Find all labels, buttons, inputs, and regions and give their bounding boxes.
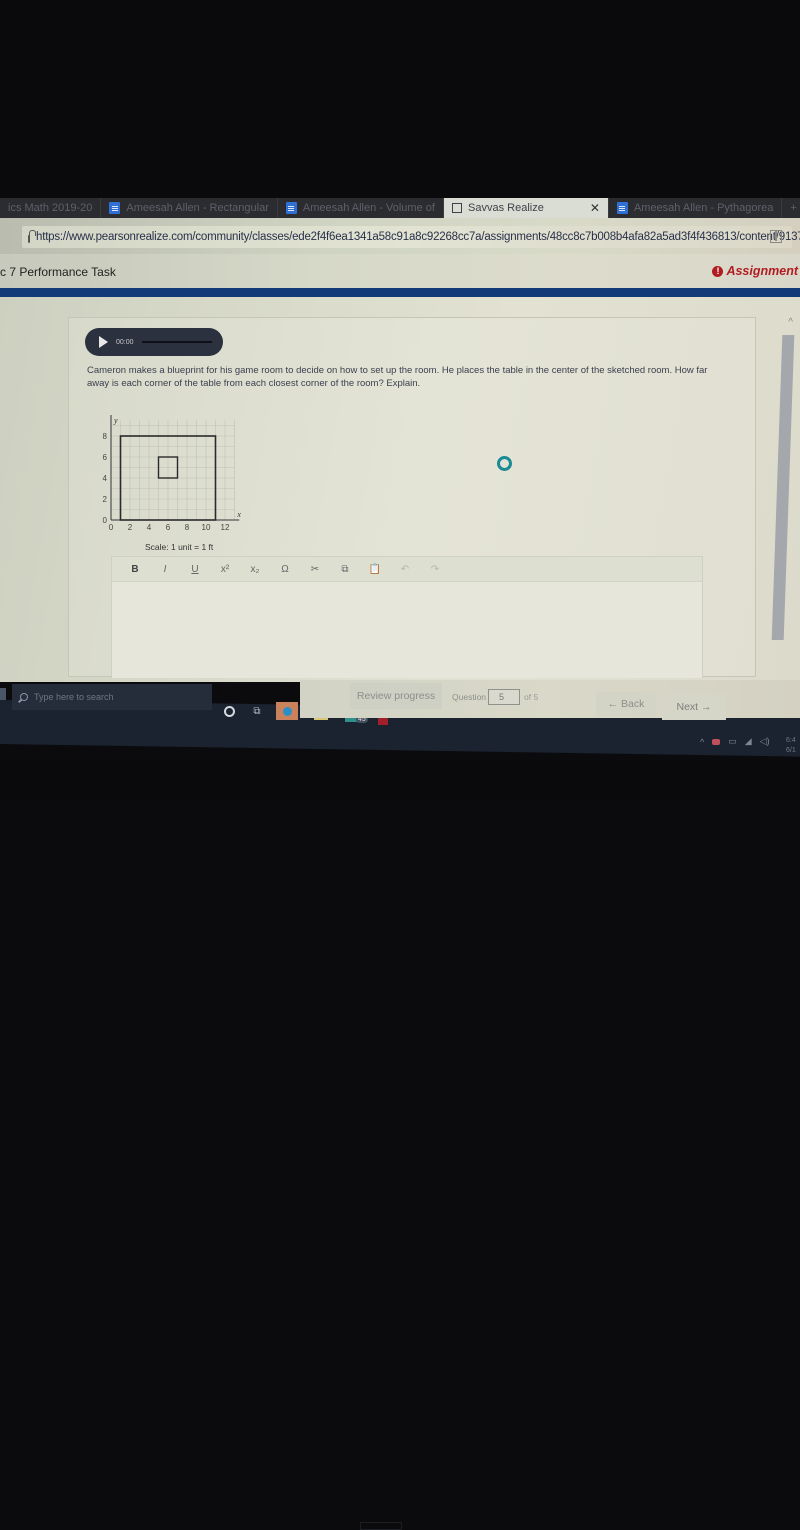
x-tick-label: 6: [166, 523, 171, 532]
close-tab-icon[interactable]: ✕: [590, 201, 600, 215]
search-placeholder: Type here to search: [34, 692, 114, 702]
show-hidden-icons-icon[interactable]: ^: [700, 737, 704, 747]
alert-icon: !: [712, 265, 724, 277]
x-tick-label: 0: [109, 523, 114, 532]
blueprint-graph: 0 2 4 6 8 10 12 0 2 4 6 8 x y Scale: 1 unit = 1 ft: [93, 408, 253, 558]
url-field[interactable]: https://www.pearsonrealize.com/community…: [22, 226, 800, 248]
x-tick-label: 10: [202, 523, 211, 532]
audio-player[interactable]: 00:00: [85, 328, 223, 356]
tab-label: ics Math 2019-20: [8, 202, 93, 214]
review-progress-button[interactable]: Review progress: [350, 683, 442, 709]
nav-bar: [0, 288, 800, 297]
lock-icon: [28, 230, 36, 243]
scroll-up-icon[interactable]: ^: [788, 317, 793, 328]
underline-button[interactable]: U: [180, 564, 210, 575]
edge-browser-icon[interactable]: [276, 702, 298, 720]
back-button[interactable]: ← Back: [596, 692, 656, 716]
editor-toolbar: B I U x² x₂ Ω ✂ ⧉ 📋 ↶ ↷: [112, 557, 702, 582]
google-docs-icon: [109, 202, 121, 214]
tab-savvas-realize[interactable]: Savvas Realize ✕: [443, 198, 609, 218]
new-tab-button[interactable]: +: [782, 198, 800, 218]
bold-button[interactable]: B: [120, 564, 150, 575]
page-icon: [451, 203, 463, 213]
italic-button[interactable]: I: [150, 564, 180, 575]
tab-label: Savvas Realize: [468, 202, 544, 214]
x-axis-label: x: [236, 510, 241, 519]
url-text: https://www.pearsonrealize.com/community…: [36, 231, 800, 243]
y-tick-label: 0: [103, 516, 108, 525]
y-tick-label: 4: [103, 474, 108, 483]
task-view-icon[interactable]: ⧉: [246, 702, 268, 720]
laptop-logo: [360, 1522, 402, 1530]
undo-button[interactable]: ↶: [390, 564, 420, 575]
x-tick-label: 12: [221, 523, 230, 532]
tab-pythagorean[interactable]: Ameesah Allen - Pythagorea: [609, 198, 783, 218]
tab-label: Ameesah Allen - Pythagorea: [633, 202, 774, 214]
tab-label: Ameesah Allen - Rectangular: [126, 202, 269, 214]
y-tick-label: 6: [103, 453, 108, 462]
y-axis-label: y: [113, 416, 118, 425]
answer-textarea[interactable]: [112, 582, 702, 678]
screen-bezel-bottom: [0, 760, 800, 1530]
x-tick-label: 8: [185, 523, 190, 532]
y-tick-label: 2: [103, 495, 108, 504]
question-number-input[interactable]: 5: [488, 689, 520, 705]
assignment-badge[interactable]: ! Assignment: [712, 264, 798, 278]
play-icon[interactable]: [99, 336, 108, 348]
question-total-label: of 5: [524, 692, 539, 702]
audio-progress-track[interactable]: [141, 341, 212, 343]
loading-spinner-icon: [497, 456, 512, 471]
browser-tab-strip: ics Math 2019-20 Ameesah Allen - Rectang…: [0, 198, 800, 218]
page-scrollbar[interactable]: ^: [733, 317, 795, 647]
answer-editor: B I U x² x₂ Ω ✂ ⧉ 📋 ↶ ↷: [111, 556, 703, 678]
taskbar-clock[interactable]: 6:4 6/1: [786, 736, 796, 756]
redo-button[interactable]: ↷: [420, 564, 450, 575]
taskbar-search-input[interactable]: Type here to search: [12, 684, 212, 710]
x-tick-label: 2: [128, 523, 133, 532]
graph-svg: 0 2 4 6 8 10 12 0 2 4 6 8 x y: [103, 415, 241, 532]
battery-warning-icon[interactable]: [712, 738, 721, 745]
assignment-label: Assignment: [726, 264, 798, 278]
scale-label: Scale: 1 unit = 1 ft: [145, 542, 214, 552]
content-area: 00:00 Cameron makes a blueprint for his …: [0, 297, 800, 682]
volume-icon[interactable]: ◁): [760, 736, 770, 747]
special-character-button[interactable]: Ω: [270, 564, 300, 575]
tab-math[interactable]: ics Math 2019-20: [0, 198, 102, 218]
audio-time: 00:00: [116, 338, 134, 346]
footer-controls: Review progress Question 5 of 5 ← Back N…: [300, 680, 800, 720]
scrollbar-thumb[interactable]: [771, 335, 795, 640]
windows-start-icon[interactable]: [0, 688, 6, 700]
address-bar: https://www.pearsonrealize.com/community…: [0, 218, 800, 254]
screen-bezel-top: [0, 0, 800, 198]
paste-button[interactable]: 📋: [360, 564, 390, 575]
reading-view-icon[interactable]: [770, 230, 782, 243]
superscript-button[interactable]: x²: [210, 564, 240, 575]
question-label: Question: [452, 692, 487, 702]
x-tick-label: 4: [147, 523, 152, 532]
system-tray: ^ ▭ ◢ ◁): [700, 736, 770, 747]
question-text: Cameron makes a blueprint for his game r…: [87, 365, 708, 389]
next-button[interactable]: Next →: [662, 694, 726, 720]
wifi-icon[interactable]: ◢: [745, 736, 752, 747]
subscript-button[interactable]: x₂: [240, 564, 270, 575]
tab-volume[interactable]: Ameesah Allen - Volume of: [278, 198, 444, 218]
google-docs-icon: [616, 202, 628, 214]
copy-button[interactable]: ⧉: [330, 564, 360, 575]
tab-label: Ameesah Allen - Volume of: [302, 202, 435, 214]
cortana-icon[interactable]: [218, 702, 240, 720]
cut-button[interactable]: ✂: [300, 564, 330, 575]
app-header: c 7 Performance Task ! Assignment: [0, 254, 800, 288]
question-panel: 00:00 Cameron makes a blueprint for his …: [68, 317, 756, 678]
page-title: c 7 Performance Task: [0, 265, 116, 279]
google-docs-icon: [285, 202, 297, 214]
tab-rectangular[interactable]: Ameesah Allen - Rectangular: [101, 198, 278, 218]
battery-icon[interactable]: ▭: [728, 736, 737, 747]
y-tick-label: 8: [103, 432, 108, 441]
search-icon: [20, 693, 28, 701]
